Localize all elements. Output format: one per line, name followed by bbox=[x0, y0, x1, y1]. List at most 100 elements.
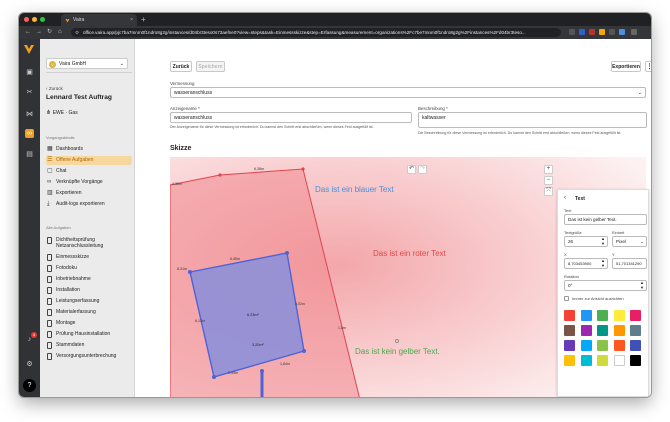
url-field[interactable]: ⚙ office.vaira.app/pjc7ba7mnm0f1ndro8g2g… bbox=[71, 28, 561, 37]
x-input[interactable]: 8,703453900 ▲ ▼ bbox=[564, 258, 608, 269]
color-swatch[interactable] bbox=[630, 325, 641, 336]
color-swatch[interactable] bbox=[613, 355, 625, 366]
task-item[interactable]: Stammdaten bbox=[46, 341, 132, 350]
task-item[interactable]: Leistungserfassung bbox=[46, 297, 132, 306]
task-item[interactable]: Montage bbox=[46, 319, 132, 328]
link-icon[interactable]: ∞ bbox=[25, 129, 34, 138]
color-swatch[interactable] bbox=[564, 325, 575, 336]
color-swatch[interactable] bbox=[564, 355, 575, 366]
description-textarea[interactable]: kaltwasser bbox=[418, 112, 647, 128]
nav-item-export[interactable]: ▥ Exportieren bbox=[46, 189, 132, 198]
document-icon bbox=[47, 331, 52, 338]
zoom-out-icon[interactable]: − bbox=[544, 176, 553, 185]
color-swatch[interactable] bbox=[580, 325, 592, 336]
size-input[interactable]: 26 ▲ ▼ bbox=[564, 236, 608, 247]
more-options-icon[interactable]: ⋮ bbox=[645, 61, 651, 72]
extension-icon[interactable] bbox=[579, 29, 585, 35]
forward-arrow-icon[interactable]: → bbox=[36, 26, 42, 39]
home-icon[interactable]: ⌂ bbox=[58, 26, 62, 39]
color-swatch[interactable] bbox=[597, 340, 608, 351]
task-item[interactable]: Inbetriebnahme bbox=[46, 275, 132, 284]
menu-icon[interactable] bbox=[631, 29, 637, 35]
rotation-label: Rotation bbox=[564, 274, 579, 279]
color-swatch[interactable] bbox=[597, 355, 608, 366]
back-arrow-icon[interactable]: ← bbox=[25, 26, 31, 39]
color-swatch[interactable] bbox=[630, 310, 641, 321]
redo-icon[interactable]: ↷ bbox=[418, 165, 427, 174]
star-icon[interactable] bbox=[569, 29, 575, 35]
text-input[interactable]: Das ist kein gelber Text. bbox=[564, 214, 647, 225]
color-swatch[interactable] bbox=[630, 355, 641, 366]
task-item[interactable]: Prüfung Hausinstallation bbox=[46, 330, 132, 339]
extension-icon[interactable] bbox=[589, 29, 595, 35]
task-item[interactable]: Fotodoku bbox=[46, 264, 132, 273]
stepper-icon[interactable]: ▲ ▼ bbox=[640, 281, 644, 290]
nav-item-label: Audit-logs exportieren bbox=[56, 201, 105, 207]
zoom-in-icon[interactable]: + bbox=[544, 165, 553, 174]
inbox-icon[interactable]: ▣ bbox=[25, 67, 34, 76]
user-card-icon[interactable]: ▤ bbox=[25, 149, 34, 158]
unit-select[interactable]: Pixel ⌄ bbox=[612, 236, 647, 247]
reload-icon[interactable]: ↻ bbox=[47, 26, 52, 39]
export-button[interactable]: Exportieren bbox=[611, 61, 641, 72]
extension-icon[interactable] bbox=[599, 29, 605, 35]
back-link[interactable]: ‹ Zurück bbox=[46, 86, 63, 91]
stepper-icon[interactable]: ▲ ▼ bbox=[601, 259, 605, 268]
nav-item-dashboards[interactable]: ▦ Dashboards bbox=[46, 145, 132, 154]
document-icon bbox=[47, 320, 52, 327]
task-item[interactable]: Dichtheitsprüfung Netzanschlussleitung bbox=[46, 236, 132, 250]
task-item[interactable]: Installation bbox=[46, 286, 132, 295]
nav-item-label: Offene Aufgaben bbox=[56, 157, 94, 163]
color-swatch[interactable] bbox=[580, 355, 592, 366]
fit-to-screen-icon[interactable]: ⤧ bbox=[544, 187, 553, 196]
area-label: 6,23m² bbox=[247, 313, 259, 317]
color-swatch[interactable] bbox=[613, 325, 625, 336]
close-tab-icon[interactable]: × bbox=[130, 14, 133, 26]
color-swatch[interactable] bbox=[613, 310, 625, 321]
blue-text-annotation[interactable]: Das ist ein blauer Text bbox=[315, 185, 394, 194]
browser-tab[interactable]: Vaira × bbox=[61, 14, 137, 26]
task-item[interactable]: Versorgungsunterbrechung bbox=[46, 352, 132, 361]
color-swatch[interactable] bbox=[564, 340, 575, 351]
always-align-checkbox[interactable] bbox=[564, 296, 569, 301]
save-button[interactable]: Speichern bbox=[196, 61, 225, 72]
color-swatch[interactable] bbox=[580, 340, 592, 351]
nav-item-audit-logs[interactable]: ⤓ Audit-logs exportieren bbox=[46, 200, 132, 209]
nav-item-chat[interactable]: ▢ Chat bbox=[46, 167, 132, 176]
tools-icon[interactable]: ✂ bbox=[25, 87, 34, 96]
task-item[interactable]: Materialerfassung bbox=[46, 308, 132, 317]
color-swatch[interactable] bbox=[597, 325, 608, 336]
extension-icon[interactable] bbox=[609, 29, 615, 35]
red-text-annotation[interactable]: Das ist ein roter Text bbox=[373, 249, 446, 258]
close-window-button[interactable] bbox=[24, 17, 29, 22]
color-swatch[interactable] bbox=[580, 310, 592, 321]
description-label: Beschreibung * bbox=[418, 106, 448, 111]
network-icon[interactable]: ⋈ bbox=[25, 109, 34, 118]
measure-label: 2,44m bbox=[228, 371, 238, 375]
maximize-window-button[interactable] bbox=[40, 17, 45, 22]
minimize-window-button[interactable] bbox=[32, 17, 37, 22]
stepper-icon[interactable]: ▲ ▼ bbox=[601, 237, 605, 246]
y-input[interactable]: 51,701341290 bbox=[612, 258, 647, 269]
back-button[interactable]: Zurück bbox=[170, 61, 192, 72]
display-name-input[interactable]: wasseranschluss bbox=[170, 112, 412, 123]
settings-gear-icon[interactable]: ⚙ bbox=[25, 359, 34, 368]
task-item[interactable]: Einmessskizze bbox=[46, 253, 132, 262]
size-value: 26 bbox=[568, 239, 574, 244]
color-swatch[interactable] bbox=[597, 310, 608, 321]
chevron-left-icon[interactable]: ‹ bbox=[564, 195, 566, 201]
color-swatch[interactable] bbox=[630, 340, 641, 351]
undo-icon[interactable]: ↶ bbox=[407, 165, 416, 174]
org-selector[interactable]: V Vaira GmbH ⌄ bbox=[46, 58, 128, 69]
nav-item-linked-processes[interactable]: ∞ Verknüpfte Vorgänge bbox=[46, 178, 132, 187]
nav-item-open-tasks[interactable]: ☰ Offene Aufgaben bbox=[46, 156, 132, 165]
color-swatch[interactable] bbox=[564, 310, 575, 321]
help-icon[interactable]: ? bbox=[23, 379, 36, 392]
rotation-input[interactable]: 0° ▲ ▼ bbox=[564, 280, 647, 291]
color-swatch[interactable] bbox=[613, 340, 625, 351]
profile-icon[interactable] bbox=[619, 29, 625, 35]
task-label: Inbetriebnahme bbox=[56, 276, 91, 282]
new-tab-icon[interactable]: + bbox=[141, 14, 146, 25]
measurement-select[interactable]: wasseranschluss ⌄ bbox=[170, 87, 646, 98]
green-text-annotation[interactable]: Das ist kein gelber Text. bbox=[355, 347, 440, 356]
